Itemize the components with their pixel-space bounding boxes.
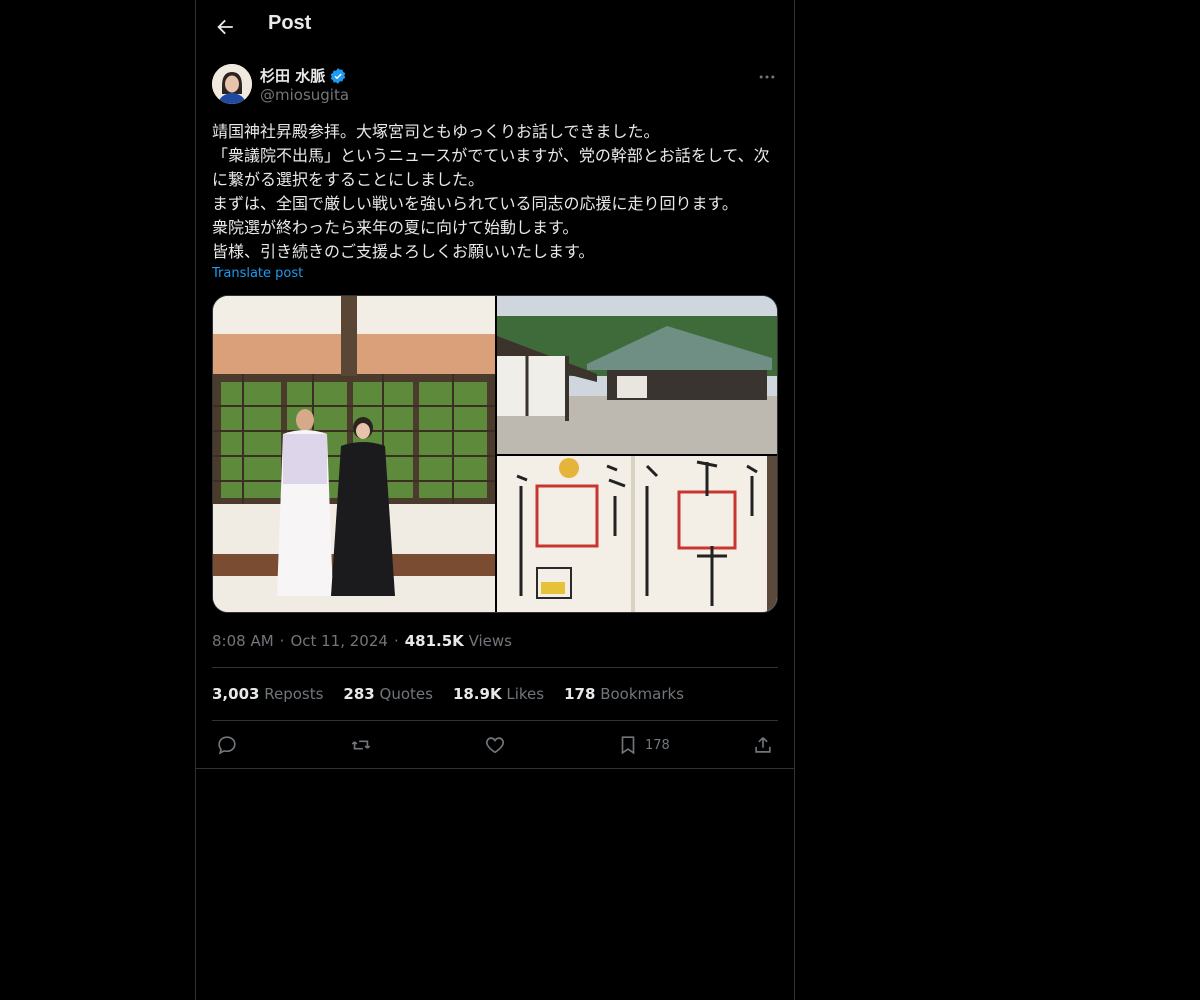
- separator-dot: ·: [279, 632, 285, 650]
- translate-post-link[interactable]: Translate post: [212, 266, 303, 281]
- reposts-stat[interactable]: 3,003 Reposts: [212, 685, 323, 703]
- post-detail-column: Post 杉田 水脈 @miosugita 靖国神社昇殿参拝。大塚宮司ともゆっく…: [195, 0, 795, 1000]
- action-bar: 178: [212, 734, 778, 758]
- bookmarks-stat[interactable]: 178 Bookmarks: [564, 685, 684, 703]
- back-button[interactable]: [208, 10, 242, 44]
- divider: [212, 667, 778, 668]
- like-button[interactable]: [484, 734, 506, 756]
- bookmark-button[interactable]: 178: [617, 734, 670, 756]
- bookmark-count: 178: [645, 737, 670, 753]
- verified-badge-icon: [330, 67, 346, 84]
- timestamp-row: 8:08 AM · Oct 11, 2024 · 481.5K Views: [212, 632, 512, 650]
- author-name-row: 杉田 水脈: [260, 65, 347, 86]
- quotes-stat[interactable]: 283 Quotes: [343, 685, 433, 703]
- more-dots-icon: [759, 75, 775, 79]
- repost-icon: [351, 740, 371, 750]
- views-label: Views: [468, 632, 512, 650]
- display-name[interactable]: 杉田 水脈: [260, 65, 325, 86]
- header: Post: [196, 0, 794, 54]
- share-button[interactable]: [752, 734, 774, 756]
- bookmark-icon: [621, 736, 635, 755]
- views-count: 481.5K: [404, 632, 464, 650]
- post-time[interactable]: 8:08 AM: [212, 632, 274, 650]
- back-arrow-icon: [217, 19, 233, 35]
- divider: [196, 768, 794, 769]
- more-options-button[interactable]: [756, 66, 778, 88]
- post-date[interactable]: Oct 11, 2024: [290, 632, 388, 650]
- page-title: Post: [268, 12, 312, 34]
- separator-dot: ·: [393, 632, 399, 650]
- photo-priest-and-woman[interactable]: [213, 296, 495, 612]
- media-grid: [212, 295, 778, 613]
- avatar[interactable]: [212, 64, 252, 104]
- repost-button[interactable]: [350, 734, 372, 756]
- reply-button[interactable]: [216, 734, 238, 756]
- photo-shrine-building[interactable]: [497, 296, 777, 454]
- post-text: 靖国神社昇殿参拝。大塚宮司ともゆっくりお話しできました。 「衆議院不出馬」という…: [212, 122, 770, 261]
- engagement-stats: 3,003 Reposts 283 Quotes 18.9K Likes 178…: [212, 685, 684, 703]
- reply-icon: [218, 736, 236, 755]
- share-icon: [755, 737, 771, 753]
- heart-icon: [485, 737, 505, 754]
- handle[interactable]: @miosugita: [260, 86, 349, 104]
- divider: [212, 720, 778, 721]
- photo-goshuin-stamps[interactable]: [497, 456, 777, 612]
- likes-stat[interactable]: 18.9K Likes: [453, 685, 544, 703]
